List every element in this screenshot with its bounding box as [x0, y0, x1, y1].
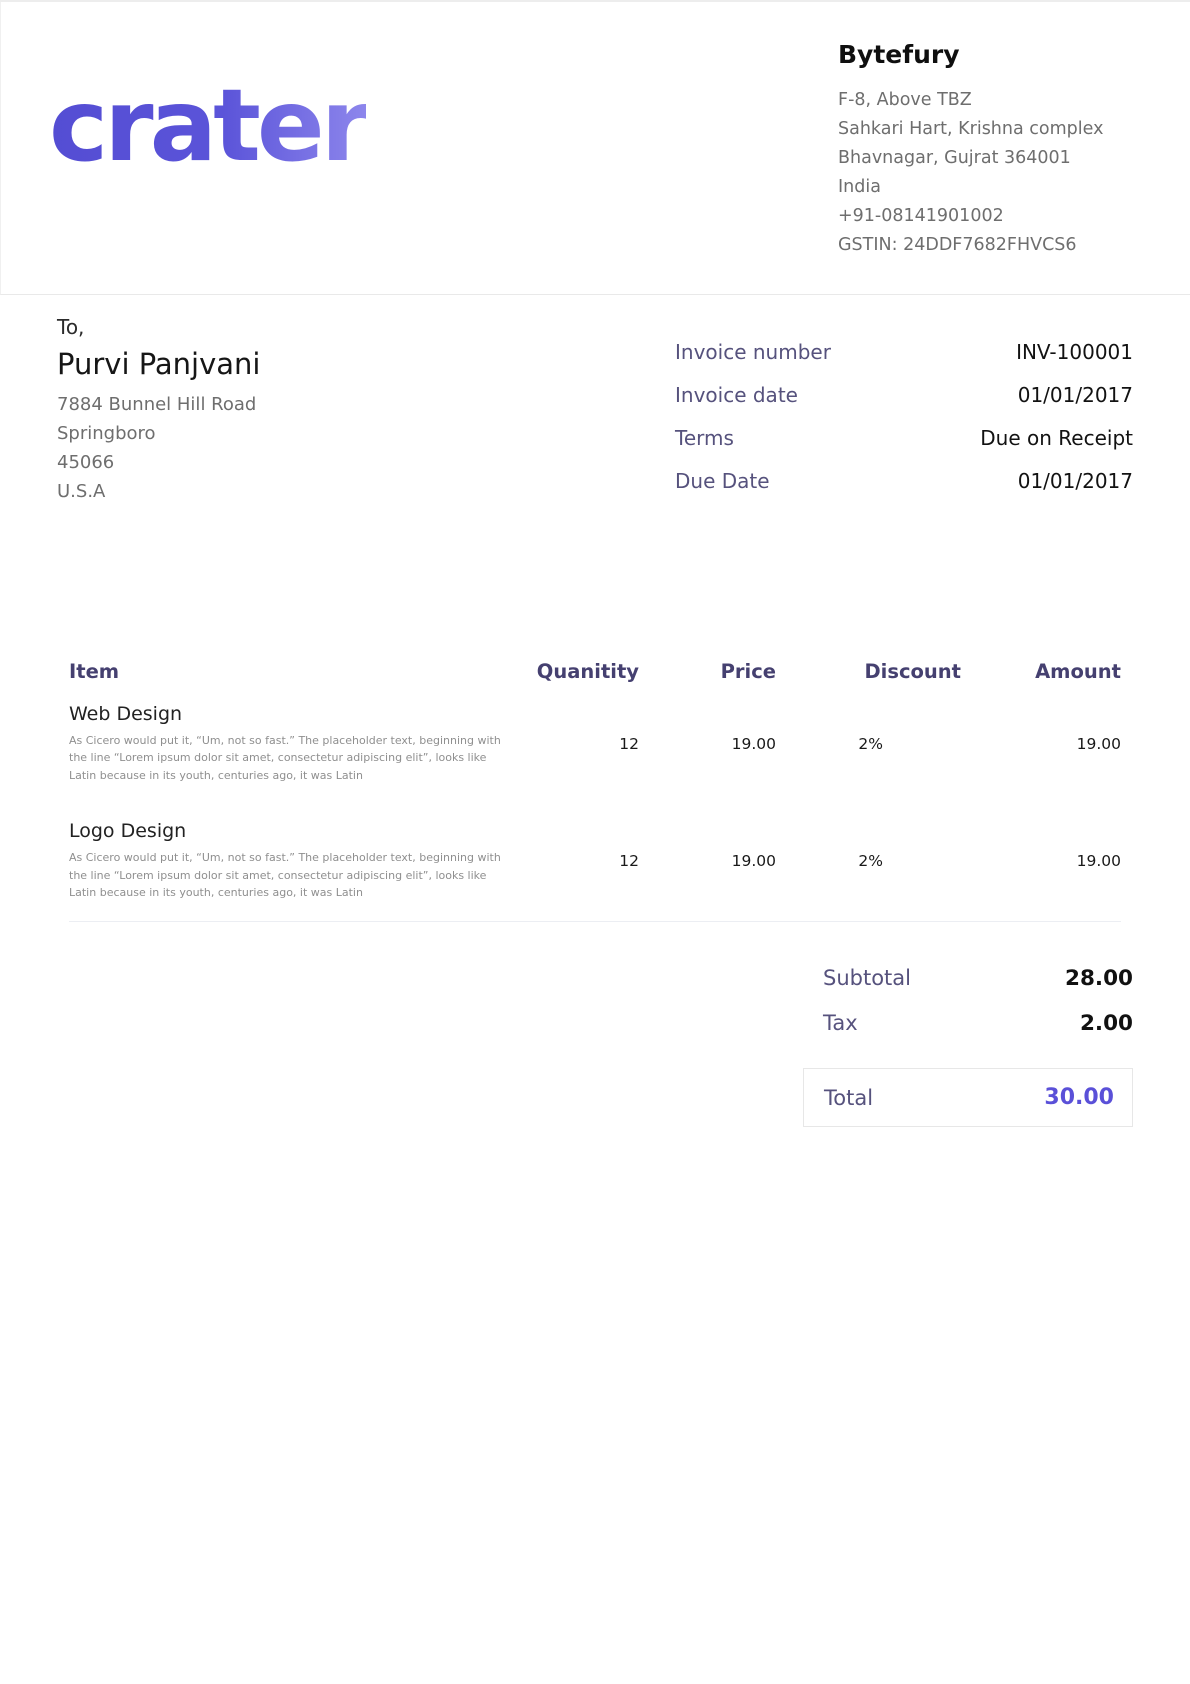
header-price: Price: [639, 660, 776, 683]
due-date-value: 01/01/2017: [1018, 469, 1133, 493]
due-date-label: Due Date: [675, 469, 770, 493]
company-phone: +91-08141901002: [838, 202, 1138, 231]
customer-name: Purvi Panjvani: [57, 347, 260, 381]
table-divider: [69, 921, 1121, 922]
customer-address: 7884 Bunnel Hill Road Springboro 45066 U…: [57, 390, 260, 506]
header-item: Item: [69, 660, 514, 683]
subtotal-value: 28.00: [1065, 966, 1133, 991]
item-cell: Logo Design As Cicero would put it, “Um,…: [69, 820, 514, 901]
item-name: Web Design: [69, 703, 514, 725]
subtotal-row: Subtotal 28.00: [803, 966, 1133, 991]
customer-address-line: Springboro: [57, 419, 260, 448]
items-table: Item Quanitity Price Discount Amount Web…: [57, 660, 1133, 922]
invoice-number-row: Invoice number INV-100001: [675, 340, 1133, 364]
company-info: Bytefury F-8, Above TBZ Sahkari Hart, Kr…: [838, 36, 1138, 260]
terms-label: Terms: [675, 426, 734, 450]
invoice-date-label: Invoice date: [675, 383, 798, 407]
totals-section: Subtotal 28.00 Tax 2.00 Total 30.00: [803, 966, 1133, 1127]
header-discount: Discount: [776, 660, 961, 683]
item-description: As Cicero would put it, “Um, not so fast…: [69, 732, 514, 784]
invoice-meta: Invoice number INV-100001 Invoice date 0…: [675, 315, 1133, 512]
total-box: Total 30.00: [803, 1068, 1133, 1127]
tax-value: 2.00: [1080, 1011, 1133, 1036]
header-quantity: Quanitity: [514, 660, 639, 683]
item-price: 19.00: [639, 852, 776, 870]
bill-to: To, Purvi Panjvani 7884 Bunnel Hill Road…: [57, 315, 260, 512]
item-price: 19.00: [639, 735, 776, 753]
table-row: Web Design As Cicero would put it, “Um, …: [69, 703, 1121, 784]
customer-address-line: U.S.A: [57, 477, 260, 506]
bill-to-label: To,: [57, 315, 260, 339]
terms-value: Due on Receipt: [980, 426, 1133, 450]
invoice-number-value: INV-100001: [1016, 340, 1133, 364]
due-date-row: Due Date 01/01/2017: [675, 469, 1133, 493]
item-amount: 19.00: [961, 735, 1121, 753]
item-discount: 2%: [776, 735, 961, 753]
terms-row: Terms Due on Receipt: [675, 426, 1133, 450]
invoice-page: crater Bytefury F-8, Above TBZ Sahkari H…: [0, 0, 1190, 1684]
header-amount: Amount: [961, 660, 1121, 683]
company-address-line: India: [838, 173, 1138, 202]
total-label: Total: [824, 1086, 873, 1110]
subtotal-label: Subtotal: [823, 966, 911, 990]
company-name: Bytefury: [838, 40, 1138, 69]
company-address-line: Sahkari Hart, Krishna complex: [838, 115, 1138, 144]
item-cell: Web Design As Cicero would put it, “Um, …: [69, 703, 514, 784]
item-name: Logo Design: [69, 820, 514, 842]
item-quantity: 12: [514, 735, 639, 753]
company-gstin: GSTIN: 24DDF7682FHVCS6: [838, 231, 1138, 260]
item-description: As Cicero would put it, “Um, not so fast…: [69, 849, 514, 901]
company-address-line: F-8, Above TBZ: [838, 86, 1138, 115]
crater-logo: crater: [49, 76, 366, 176]
company-address: F-8, Above TBZ Sahkari Hart, Krishna com…: [838, 86, 1138, 260]
invoice-date-row: Invoice date 01/01/2017: [675, 383, 1133, 407]
item-quantity: 12: [514, 852, 639, 870]
total-value: 30.00: [1044, 1085, 1114, 1110]
table-row: Logo Design As Cicero would put it, “Um,…: [69, 820, 1121, 901]
item-amount: 19.00: [961, 852, 1121, 870]
parties-section: To, Purvi Panjvani 7884 Bunnel Hill Road…: [57, 295, 1133, 512]
invoice-header: crater Bytefury F-8, Above TBZ Sahkari H…: [0, 2, 1190, 295]
invoice-body: To, Purvi Panjvani 7884 Bunnel Hill Road…: [0, 295, 1190, 1127]
customer-address-line: 7884 Bunnel Hill Road: [57, 390, 260, 419]
customer-address-line: 45066: [57, 448, 260, 477]
items-table-header: Item Quanitity Price Discount Amount: [69, 660, 1121, 683]
tax-label: Tax: [823, 1011, 858, 1035]
invoice-number-label: Invoice number: [675, 340, 831, 364]
tax-row: Tax 2.00: [803, 1011, 1133, 1036]
item-discount: 2%: [776, 852, 961, 870]
company-address-line: Bhavnagar, Gujrat 364001: [838, 144, 1138, 173]
invoice-date-value: 01/01/2017: [1018, 383, 1133, 407]
